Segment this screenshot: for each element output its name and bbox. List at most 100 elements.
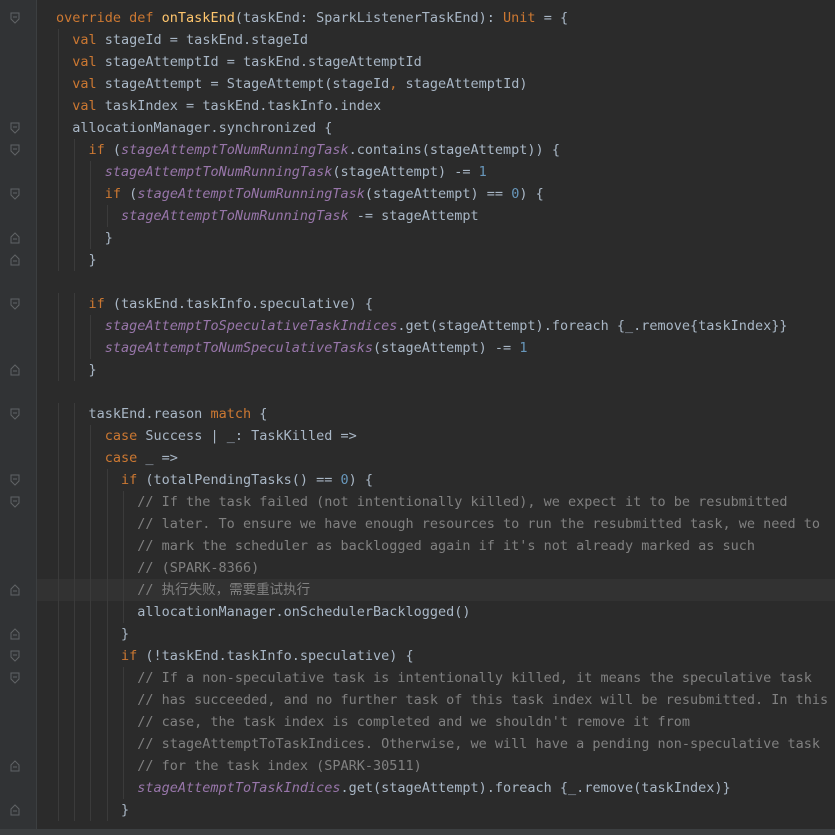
code-token: val [72, 98, 105, 114]
indent-guide [106, 689, 108, 711]
code-line[interactable]: } [10, 799, 835, 821]
indent-guide [106, 667, 108, 689]
code-line[interactable]: stageAttemptToNumSpeculativeTasks(stageA… [37, 337, 835, 359]
indent-guide [106, 711, 108, 733]
code-token: stageAttemptId) [405, 76, 528, 92]
fold-open-icon[interactable] [10, 144, 20, 156]
code-token: // If a non-speculative task is intentio… [137, 670, 812, 686]
code-line[interactable]: // for the task index (SPARK-30511) [10, 755, 835, 777]
code-text: val stageId = taskEnd.stageId [56, 32, 308, 48]
indent-guide [122, 601, 124, 623]
code-line[interactable]: if (stageAttemptToNumRunningTask(stageAt… [10, 183, 835, 205]
code-line[interactable]: stageAttemptToSpeculativeTaskIndices.get… [37, 315, 835, 337]
code-line[interactable]: stageAttemptToNumRunningTask -= stageAtt… [37, 205, 835, 227]
indent-guide [74, 403, 76, 425]
indent-guide [58, 403, 59, 425]
code-token: (stageAttempt) == [364, 186, 512, 202]
indent-guide [58, 579, 59, 601]
code-line[interactable]: } [10, 249, 835, 271]
fold-open-icon[interactable] [10, 122, 20, 134]
code-line[interactable]: val stageAttemptId = taskEnd.stageAttemp… [37, 51, 835, 73]
code-line[interactable]: if (totalPendingTasks() == 0) { [10, 469, 835, 491]
fold-close-icon[interactable] [10, 804, 20, 816]
indent-guide [74, 513, 76, 535]
indent-guide [74, 425, 76, 447]
code-text: if (stageAttemptToNumRunningTask(stageAt… [56, 186, 544, 202]
code-text: val stageAttempt = StageAttempt(stageId,… [56, 76, 527, 92]
code-token: stageAttemptToNumRunningTask [137, 186, 365, 202]
code-line[interactable]: // stageAttemptToTaskIndices. Otherwise,… [37, 733, 835, 755]
code-line[interactable]: // 执行失败，需要重试执行 [10, 579, 835, 601]
code-text: // for the task index (SPARK-30511) [56, 758, 421, 774]
code-text: case Success | _: TaskKilled => [56, 428, 357, 444]
code-text: stageAttemptToNumRunningTask(stageAttemp… [56, 164, 487, 180]
indent-guide [122, 535, 124, 557]
code-line[interactable] [37, 271, 835, 293]
code-line[interactable]: if (!taskEnd.taskInfo.speculative) { [10, 645, 835, 667]
fold-close-icon[interactable] [10, 232, 20, 244]
fold-close-icon[interactable] [10, 584, 20, 596]
code-line[interactable]: // If the task failed (not intentionally… [10, 491, 835, 513]
fold-close-icon[interactable] [10, 364, 20, 376]
code-token: (taskEnd.taskInfo.speculative) { [112, 296, 373, 312]
indent-guide [90, 513, 92, 535]
code-line[interactable] [37, 381, 835, 403]
code-line[interactable]: } [10, 359, 835, 381]
fold-open-icon[interactable] [10, 672, 20, 684]
code-line[interactable]: if (stageAttemptToNumRunningTask.contain… [10, 139, 835, 161]
fold-open-icon[interactable] [10, 408, 20, 420]
code-line[interactable]: // If a non-speculative task is intentio… [10, 667, 835, 689]
code-line[interactable]: stageAttemptToTaskIndices.get(stageAttem… [37, 777, 835, 799]
indent-guide [58, 469, 59, 491]
fold-open-icon[interactable] [10, 474, 20, 486]
code-line[interactable]: } [10, 227, 835, 249]
indent-guide [90, 447, 92, 469]
code-token: allocationManager.synchronized { [72, 120, 333, 136]
code-text: if (totalPendingTasks() == 0) { [56, 472, 373, 488]
code-token: } [121, 802, 130, 818]
indent-guide [106, 777, 108, 799]
fold-open-icon[interactable] [10, 12, 20, 24]
code-line[interactable]: // (SPARK-8366) [37, 557, 835, 579]
indent-guide [58, 161, 59, 183]
code-token: // case, the task index is completed and… [137, 714, 690, 730]
indent-guide [74, 579, 76, 601]
code-line[interactable]: // case, the task index is completed and… [37, 711, 835, 733]
breadcrumb-bar [0, 829, 835, 835]
indent-guide [74, 293, 76, 315]
code-line[interactable]: allocationManager.synchronized { [10, 117, 835, 139]
indent-guide [90, 711, 92, 733]
code-editor[interactable]: override def onTaskEnd(taskEnd: SparkLis… [10, 7, 835, 821]
indent-guide [122, 689, 124, 711]
code-line[interactable]: val stageId = taskEnd.stageId [37, 29, 835, 51]
fold-open-icon[interactable] [10, 650, 20, 662]
fold-open-icon[interactable] [10, 496, 20, 508]
code-token: Unit [503, 10, 536, 26]
fold-open-icon[interactable] [10, 298, 20, 310]
code-line[interactable]: override def onTaskEnd(taskEnd: SparkLis… [10, 7, 835, 29]
fold-close-icon[interactable] [10, 760, 20, 772]
code-line[interactable]: val stageAttempt = StageAttempt(stageId,… [37, 73, 835, 95]
code-line[interactable]: allocationManager.onSchedulerBacklogged(… [37, 601, 835, 623]
code-line[interactable]: // later. To ensure we have enough resou… [37, 513, 835, 535]
code-token: } [88, 252, 97, 268]
indent-guide [74, 645, 76, 667]
code-line[interactable]: stageAttemptToNumRunningTask(stageAttemp… [37, 161, 835, 183]
fold-close-icon[interactable] [10, 254, 20, 266]
code-line[interactable]: if (taskEnd.taskInfo.speculative) { [10, 293, 835, 315]
fold-open-icon[interactable] [10, 188, 20, 200]
code-token: ( [112, 142, 122, 158]
code-token: } [121, 626, 130, 642]
code-line[interactable]: case _ => [37, 447, 835, 469]
indent-guide [106, 755, 108, 777]
code-line[interactable]: // has succeeded, and no further task of… [37, 689, 835, 711]
indent-guide [74, 205, 76, 227]
code-line[interactable]: } [10, 623, 835, 645]
code-line[interactable]: val taskIndex = taskEnd.taskInfo.index [37, 95, 835, 117]
fold-close-icon[interactable] [10, 628, 20, 640]
indent-guide [90, 733, 92, 755]
code-line[interactable]: // mark the scheduler as backlogged agai… [37, 535, 835, 557]
code-line[interactable]: taskEnd.reason match { [10, 403, 835, 425]
code-line[interactable]: case Success | _: TaskKilled => [37, 425, 835, 447]
indent-guide [90, 337, 92, 359]
